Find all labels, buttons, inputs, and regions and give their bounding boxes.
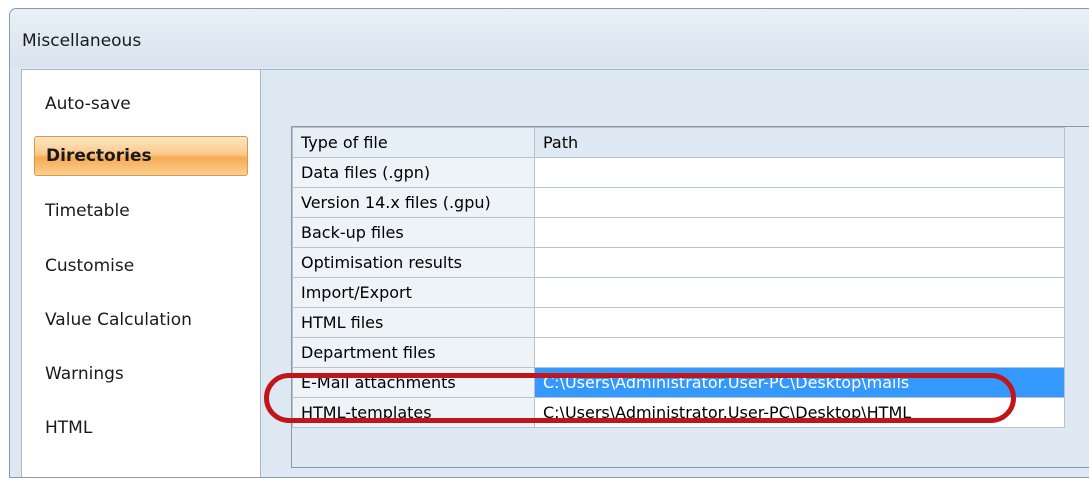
sidebar-item-label: Warnings [45,364,124,384]
path-cell[interactable] [534,157,1065,188]
table-row[interactable]: Version 14.x files (.gpu) [292,187,1065,218]
table-row[interactable]: Optimisation results [292,247,1065,278]
sidebar-item-label: Value Calculation [45,310,192,330]
path-cell[interactable] [534,217,1065,248]
file-type-cell: HTML-templates [292,397,535,428]
directories-panel: Type of file Path Data files (.gpn) Vers… [261,70,1089,477]
path-cell[interactable] [534,187,1065,218]
path-cell[interactable] [534,247,1065,278]
file-type-cell: Optimisation results [292,247,535,278]
dialog-titlebar: Miscellaneous [10,9,1089,67]
table-header-row: Type of file Path [292,127,1065,158]
path-cell[interactable]: C:\Users\Administrator.User-PC\Desktop\m… [534,367,1065,398]
sidebar-item-directories[interactable]: Directories [34,136,248,176]
sidebar-item-label: Customise [45,256,135,276]
sidebar-item-timetable[interactable]: Timetable [34,191,248,231]
file-type-cell: Department files [292,337,535,368]
file-type-cell: Version 14.x files (.gpu) [292,187,535,218]
miscellaneous-dialog: Miscellaneous Auto-save Directories Time… [9,8,1089,478]
table-row[interactable]: HTML files [292,307,1065,338]
table-row-selected[interactable]: E-Mail attachments C:\Users\Administrato… [292,367,1065,398]
directories-table: Type of file Path Data files (.gpn) Vers… [292,127,1065,428]
path-cell[interactable] [534,307,1065,338]
sidebar-item-label: Timetable [45,201,130,221]
sidebar-item-warnings[interactable]: Warnings [34,354,248,394]
path-cell[interactable] [534,277,1065,308]
path-cell[interactable]: C:\Users\Administrator.User-PC\Desktop\H… [534,397,1065,428]
settings-sidebar: Auto-save Directories Timetable Customis… [22,70,261,477]
file-type-cell: Import/Export [292,277,535,308]
directories-grid: Type of file Path Data files (.gpn) Vers… [291,126,1089,468]
sidebar-item-label: Auto-save [45,94,131,114]
table-row[interactable]: Data files (.gpn) [292,157,1065,188]
file-type-cell: HTML files [292,307,535,338]
sidebar-item-customise[interactable]: Customise [34,246,248,286]
dialog-body: Auto-save Directories Timetable Customis… [21,69,1089,477]
sidebar-item-label: Directories [46,146,152,166]
dialog-title: Miscellaneous [22,31,142,51]
table-row[interactable]: Back-up files [292,217,1065,248]
file-type-cell: Data files (.gpn) [292,157,535,188]
table-row[interactable]: HTML-templates C:\Users\Administrator.Us… [292,397,1065,428]
sidebar-item-html[interactable]: HTML [34,408,248,448]
path-cell[interactable] [534,337,1065,368]
file-type-cell: Back-up files [292,217,535,248]
column-header-path[interactable]: Path [534,127,1065,158]
column-header-type[interactable]: Type of file [292,127,535,158]
table-row[interactable]: Department files [292,337,1065,368]
table-row[interactable]: Import/Export [292,277,1065,308]
file-type-cell: E-Mail attachments [292,367,535,398]
sidebar-item-label: HTML [45,418,93,438]
sidebar-item-value-calculation[interactable]: Value Calculation [34,300,248,340]
sidebar-item-auto-save[interactable]: Auto-save [34,84,248,124]
